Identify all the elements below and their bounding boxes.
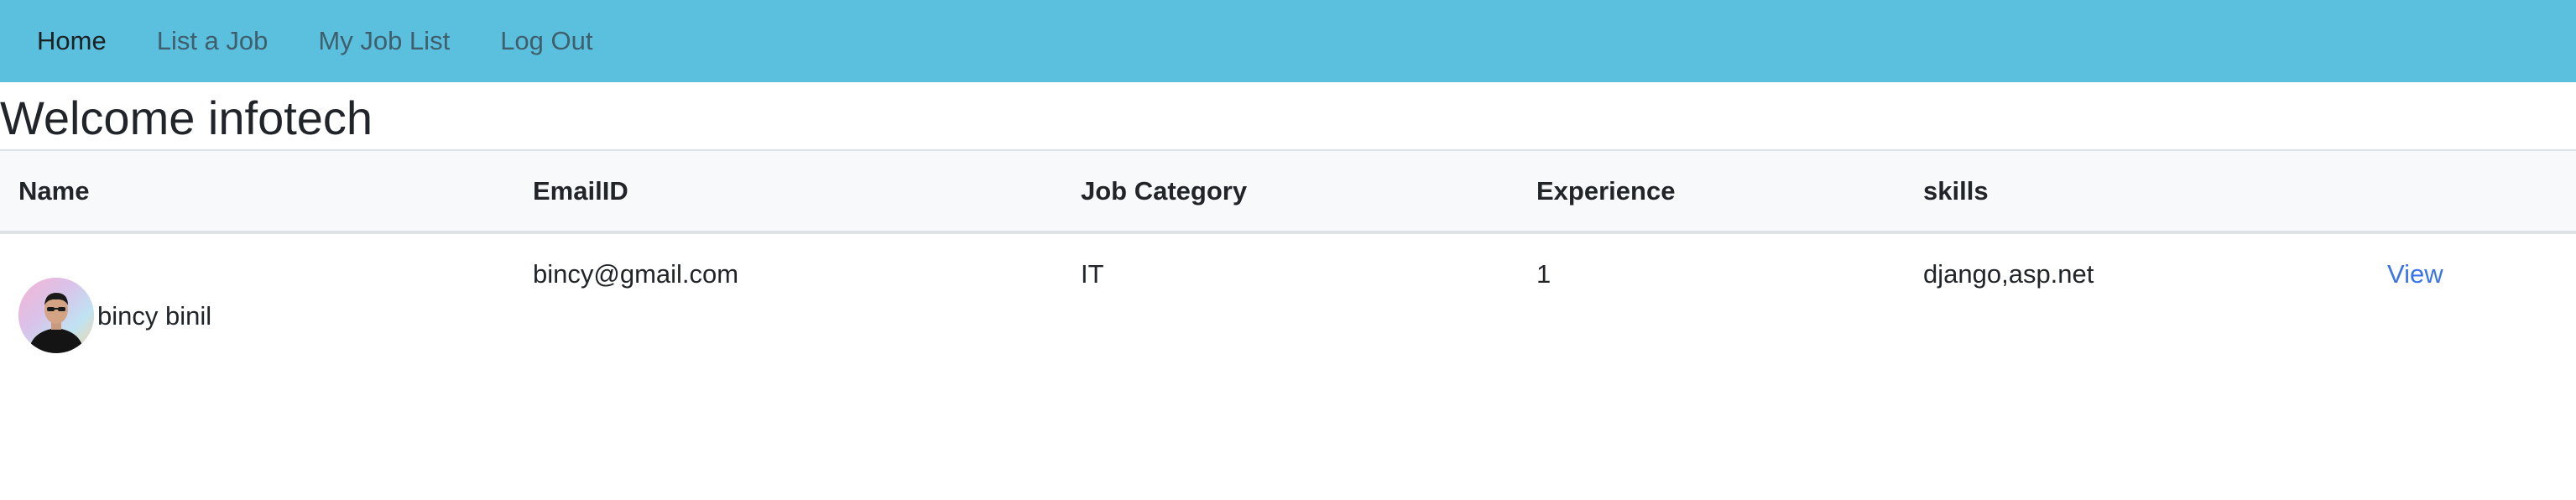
table-row: bincy binil bincy@gmail.com IT 1 django,… — [0, 232, 2576, 354]
user-photo-icon — [18, 278, 94, 353]
column-header-skills: skills — [1923, 175, 1989, 206]
nav-log-out-link[interactable]: Log Out — [488, 16, 604, 66]
column-header-experience: Experience — [1536, 175, 1676, 206]
column-header-job-category: Job Category — [1081, 175, 1248, 206]
candidate-name: bincy binil — [97, 301, 212, 331]
top-navbar: Home List a Job My Job List Log Out — [0, 0, 2576, 82]
column-header-action — [2369, 150, 2576, 232]
page-title: Welcome infotech — [0, 91, 373, 144]
column-header-emailid: EmailID — [533, 175, 628, 206]
nav-home-link[interactable]: Home — [25, 16, 118, 66]
name-cell-content: bincy binil — [18, 259, 514, 353]
candidates-table: Name EmailID Job Category Experience ski… — [0, 149, 2576, 354]
experience-cell: 1 — [1536, 259, 1551, 289]
email-cell: bincy@gmail.com — [533, 259, 739, 289]
table-header: Name EmailID Job Category Experience ski… — [0, 150, 2576, 232]
nav-list-a-job-link[interactable]: List a Job — [145, 16, 280, 66]
skills-cell: django,asp.net — [1923, 259, 2094, 289]
action-cell: View — [2369, 232, 2576, 354]
avatar — [18, 278, 94, 353]
table-header-row: Name EmailID Job Category Experience ski… — [0, 150, 2576, 232]
table-body: bincy binil bincy@gmail.com IT 1 django,… — [0, 232, 2576, 354]
job-category-cell: IT — [1081, 259, 1104, 289]
view-link[interactable]: View — [2387, 259, 2443, 289]
nav-my-job-list-link[interactable]: My Job List — [306, 16, 461, 66]
column-header-name: Name — [18, 175, 90, 206]
name-cell: bincy binil — [0, 232, 514, 354]
